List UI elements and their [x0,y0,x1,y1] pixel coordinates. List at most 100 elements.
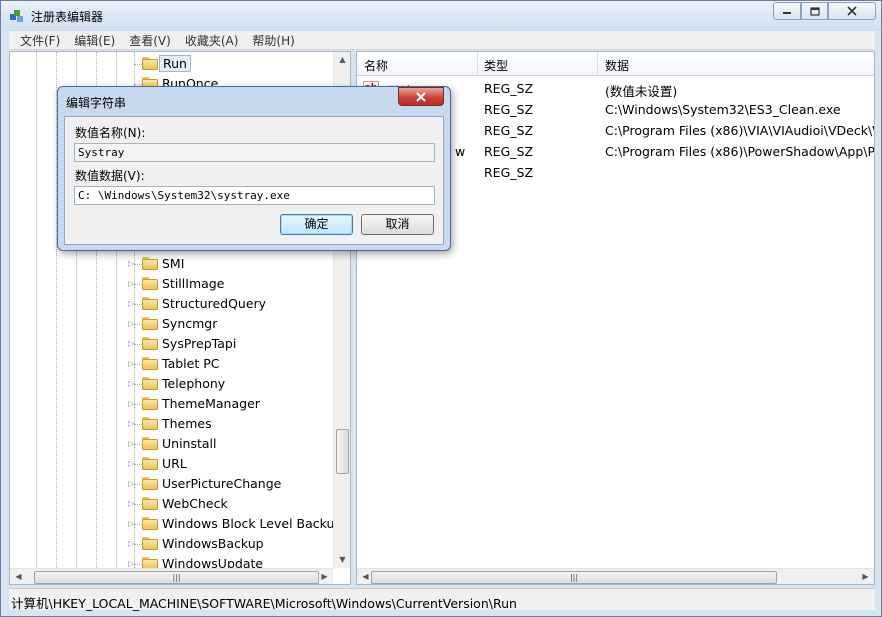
tree-connector [134,404,142,405]
folder-icon [142,477,158,490]
minimize-button[interactable] [773,2,801,20]
value-data-label: 数值数据(V): [75,169,145,183]
tree-connector [134,504,142,505]
menu-file[interactable]: 文件(F) [13,32,67,49]
tree-item[interactable]: ▷ StructuredQuery [10,294,332,314]
tree-connector [134,424,142,425]
column-type-header[interactable]: 类型 [484,57,508,74]
tree-connector [134,64,142,65]
tree-item-label: UserPictureChange [162,476,282,491]
folder-icon [142,417,158,430]
tree-item-label: StructuredQuery [162,296,267,311]
tree-item[interactable]: ▷ ThemeManager [10,394,332,414]
tree-connector [134,324,142,325]
tree-item[interactable]: ▷ URL [10,454,332,474]
tree-connector [134,264,142,265]
tree-item[interactable]: ▷ WebCheck [10,494,332,514]
folder-icon [142,357,158,370]
maximize-icon [809,6,820,16]
tree-connector [134,364,142,365]
tree-item-label: Themes [162,416,212,431]
tree-item[interactable]: ▷ Syncmgr [10,314,332,334]
folder-icon [142,457,158,470]
close-icon [847,6,857,16]
tree-item-label: ThemeManager [162,396,260,411]
tree-item[interactable]: Run [10,54,332,74]
tree-scroll-thumb[interactable] [336,429,349,474]
menu-view[interactable]: 查看(V) [122,32,178,49]
column-name-header[interactable]: 名称 [364,57,388,74]
tree-item[interactable]: ▷ SMI [10,254,332,274]
value-data-field[interactable]: C: \Windows\System32\systray.exe [74,186,435,205]
column-separator[interactable] [597,52,598,76]
tree-item[interactable]: ▷ StillImage [10,274,332,294]
tree-item-label: WebCheck [162,496,228,511]
tree-item[interactable]: ▷ UserPictureChange [10,474,332,494]
tree-item-label: URL [162,456,187,471]
tree-item-label: WindowsBackup [162,536,264,551]
tree-connector [134,524,142,525]
tree-item[interactable]: ▷ Tablet PC [10,354,332,374]
tree-item[interactable]: ▷ SysPrepTapi [10,334,332,354]
dialog-body: 数值名称(N): Systray 数值数据(V): C: \Windows\Sy… [64,116,444,245]
value-name-label: 数值名称(N): [75,126,146,140]
column-separator[interactable] [477,52,478,76]
tree-item[interactable]: ▷ Windows Block Level Backup [10,514,342,534]
menu-bar: 文件(F) 编辑(E) 查看(V) 收藏夹(A) 帮助(H) [9,31,875,50]
folder-icon [142,377,158,390]
dialog-title: 编辑字符串 [66,96,127,110]
current-key-path: 计算机\HKEY_LOCAL_MACHINE\SOFTWARE\Microsof… [11,596,517,611]
scroll-right-icon[interactable]: ▶ [857,569,874,584]
value-name-field[interactable]: Systray [74,143,435,162]
tree-item[interactable]: ▷ Themes [10,414,332,434]
folder-icon [142,337,158,350]
tree-item[interactable]: ▷ Telephony [10,374,332,394]
tree-item-label: Tablet PC [162,356,220,371]
value-type-cell: REG_SZ [484,81,534,96]
scroll-right-icon[interactable]: ▶ [316,569,333,584]
tree-connector [134,384,142,385]
tree-connector [134,564,142,565]
tree-connector [134,284,142,285]
tree-item[interactable]: ▷ Uninstall [10,434,332,454]
value-type-cell: REG_SZ [484,102,534,117]
scroll-down-icon[interactable]: ▼ [334,552,350,568]
tree-hscroll-thumb[interactable]: ||| [34,571,319,584]
title-bar[interactable]: 注册表编辑器 [1,1,881,31]
tree-horizontal-scrollbar[interactable]: ◀ ||| ▶ [10,568,333,584]
folder-icon [142,257,158,270]
cancel-button[interactable]: 取消 [361,214,434,235]
scroll-up-icon[interactable]: ▲ [334,52,350,68]
minimize-icon [783,12,791,14]
menu-favorites[interactable]: 收藏夹(A) [178,32,246,49]
value-type-cell: REG_SZ [484,165,534,180]
folder-icon [142,437,158,450]
menu-edit[interactable]: 编辑(E) [67,32,122,49]
maximize-button[interactable] [801,2,828,20]
status-bar: 计算机\HKEY_LOCAL_MACHINE\SOFTWARE\Microsof… [9,588,875,611]
tree-item[interactable]: ▷ WindowsBackup [10,534,332,554]
dialog-close-button[interactable] [398,87,444,106]
value-type-cell: REG_SZ [484,144,534,159]
scroll-left-icon[interactable]: ◀ [10,569,27,584]
folder-icon [142,397,158,410]
tree-connector [134,444,142,445]
value-data-cell: C:\Windows\System32\ES3_Clean.exe [605,102,841,117]
value-type-cell: REG_SZ [484,123,534,138]
tree-item-label: Syncmgr [162,316,218,331]
value-data-cell: (数值未设置) [605,84,678,99]
regedit-window: 注册表编辑器 文件(F) 编辑(E) 查看(V) 收藏夹(A) 帮助(H) Ru… [0,0,882,617]
list-hscroll-thumb[interactable]: ||| [371,571,777,584]
list-header: 名称 类型 数据 [357,52,874,76]
tree-connector [134,544,142,545]
menu-help[interactable]: 帮助(H) [245,32,301,49]
close-window-button[interactable] [828,2,876,20]
list-horizontal-scrollbar[interactable]: ◀ ||| ▶ [357,568,874,584]
column-data-header[interactable]: 数据 [605,57,629,74]
tree-connector [134,84,142,85]
tree-connector [134,464,142,465]
tree-item-label: StillImage [162,276,225,291]
value-name-cell: w [455,144,466,159]
ok-button[interactable]: 确定 [280,214,353,235]
folder-icon [142,497,158,510]
